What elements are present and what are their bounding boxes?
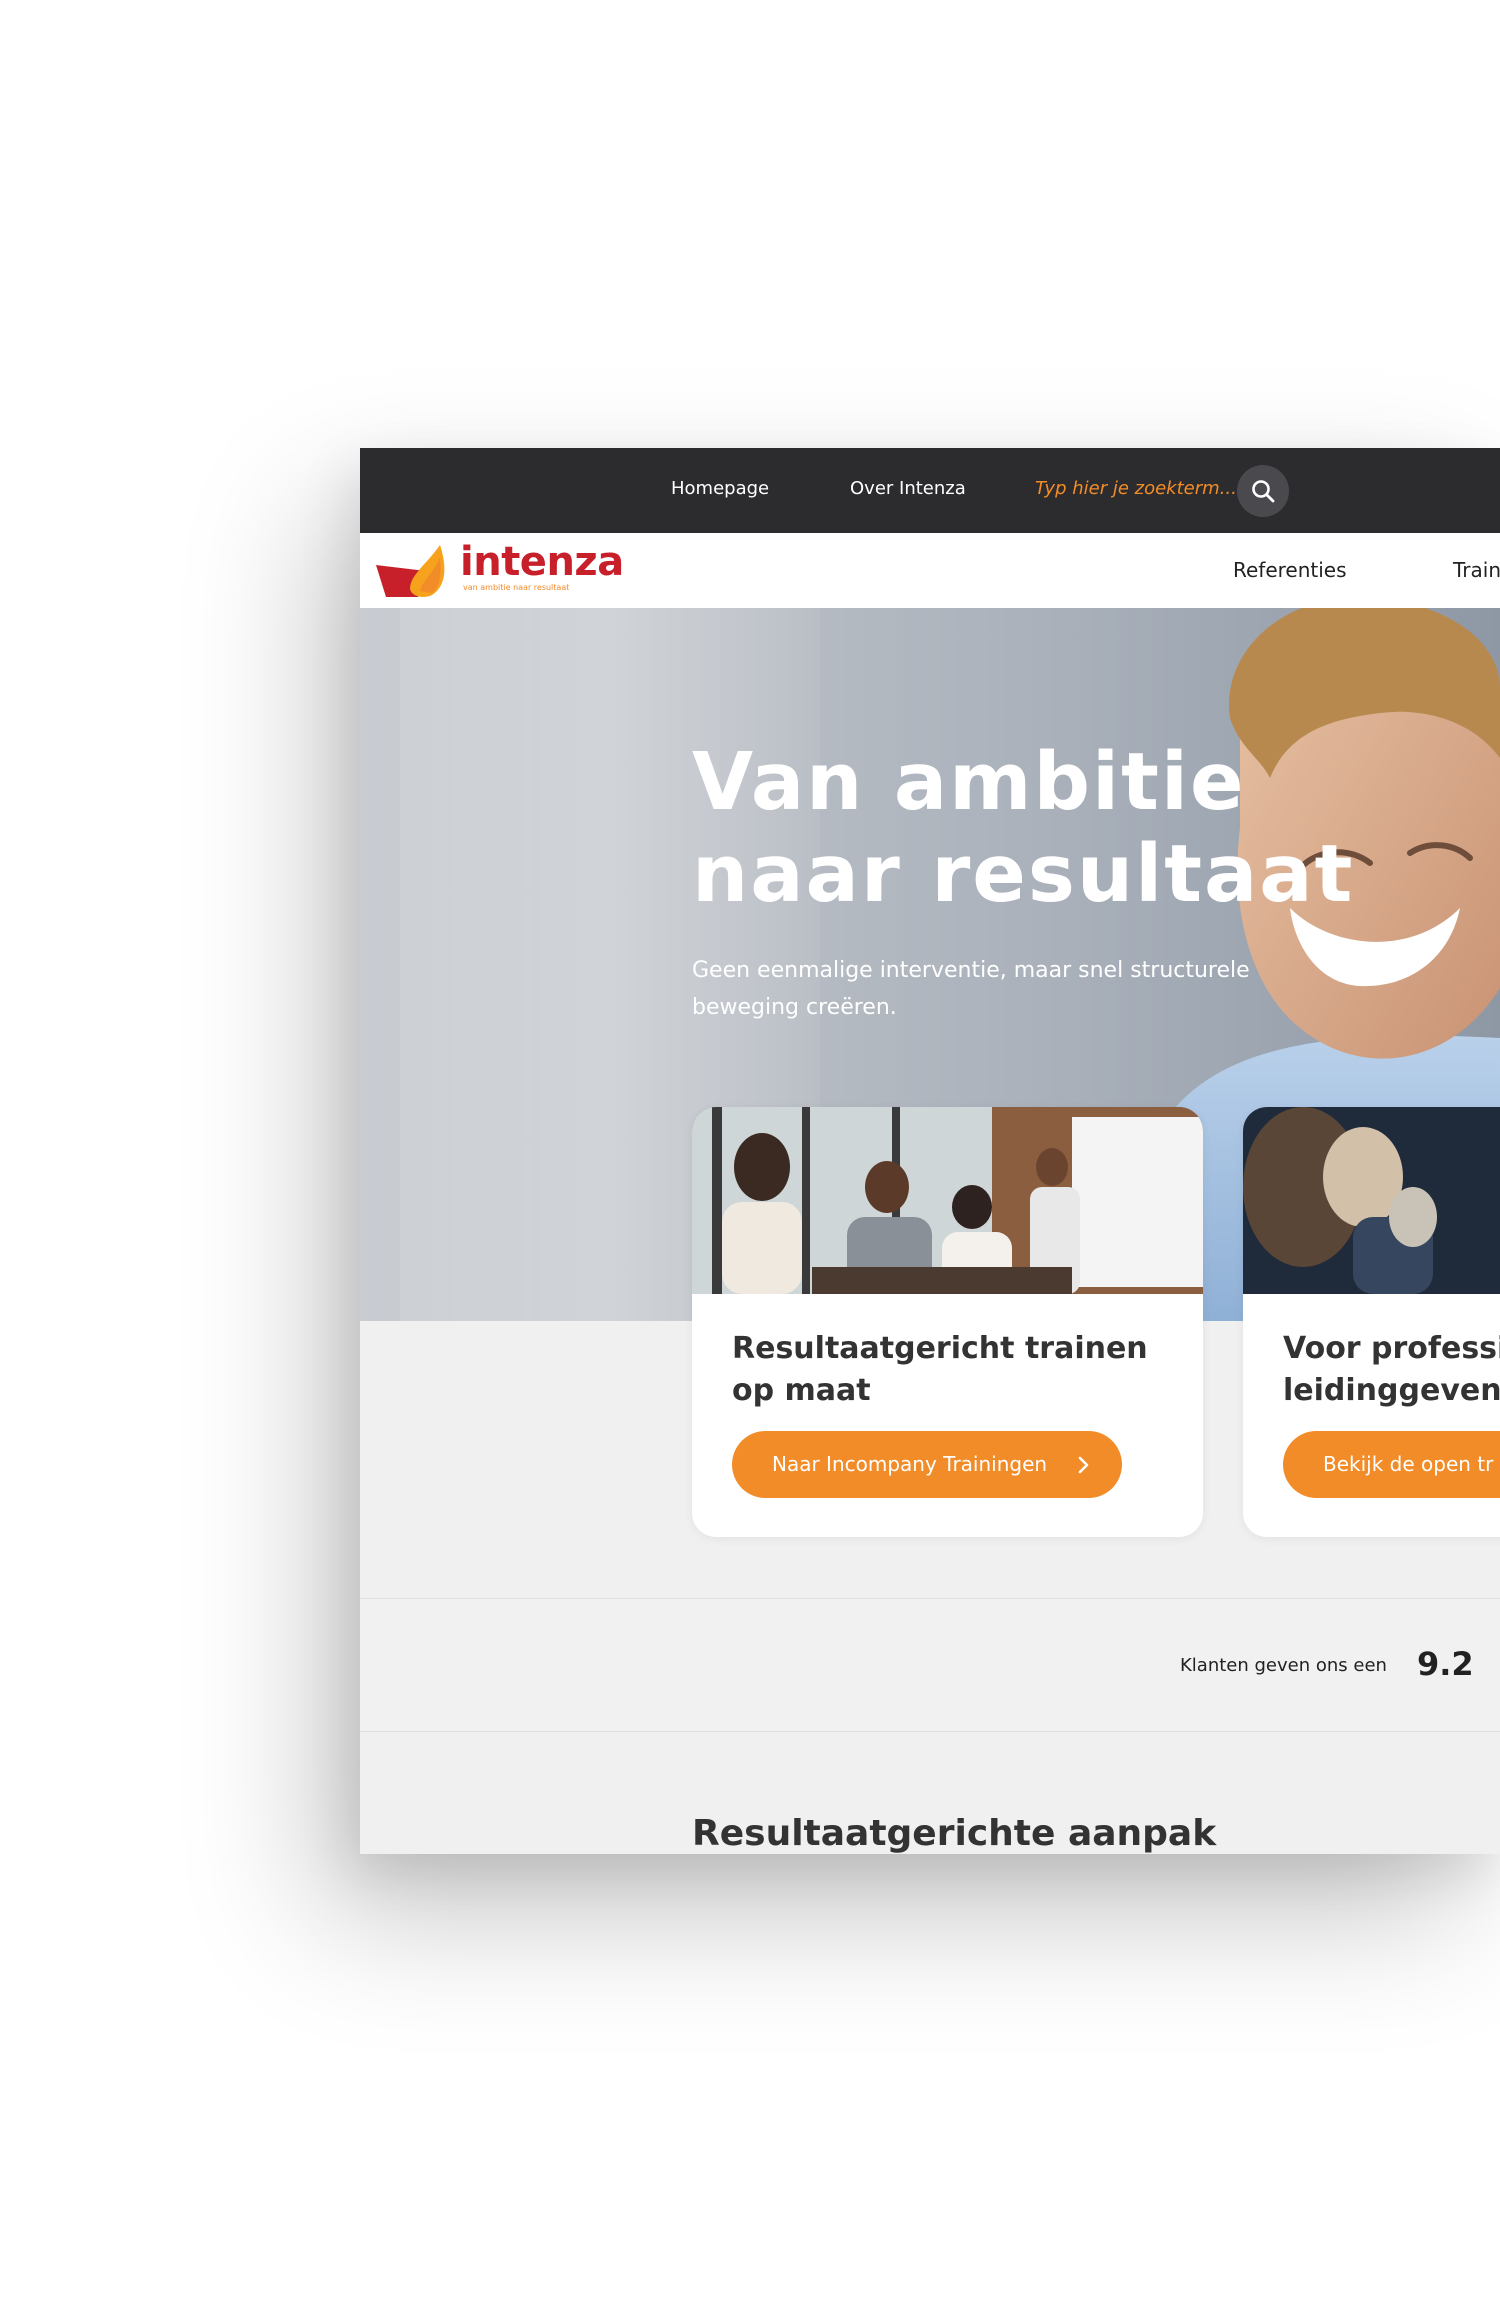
card-incompany-training: Resultaatgericht trainen op maat Naar In… [692,1107,1203,1537]
card-title: Resultaatgericht trainen op maat [732,1331,1148,1408]
card-audience-photo [1243,1107,1500,1294]
main-header: intenza van ambitie naar resultaat Refer… [360,533,1500,608]
menu-trainingen-link[interactable]: Train [1453,558,1500,582]
card-meeting-photo [692,1107,1203,1294]
rating-strip: Klanten geven ons een 9.2 [360,1598,1500,1732]
menu-referenties-link[interactable]: Referenties [1233,558,1347,582]
nav-homepage-link[interactable]: Homepage [671,478,769,499]
open-trainingen-button[interactable]: Bekijk de open tr [1283,1431,1500,1498]
hero-title-line2: naar resultaat [692,828,1355,920]
top-nav-bar: Homepage Over Intenza Typ hier je zoekte… [360,448,1500,533]
logo-flame-icon[interactable] [374,539,454,599]
button-label: Bekijk de open tr [1323,1452,1494,1476]
hero-title: Van ambitie naar resultaat [692,736,1354,920]
nav-over-intenza-link[interactable]: Over Intenza [850,478,966,499]
chevron-right-icon [1078,1456,1089,1474]
search-button[interactable] [1237,465,1289,517]
hero-subtitle: Geen eenmalige interventie, maar snel st… [692,958,1250,1020]
rating-score: 9.2 [1417,1645,1474,1683]
button-label: Naar Incompany Trainingen [772,1452,1048,1476]
search-icon [1252,480,1275,503]
logo-text[interactable]: intenza [460,539,624,585]
hero-title-line1: Van ambitie [692,736,1246,828]
rating-label: Klanten geven ons een [1180,1655,1387,1676]
search-input[interactable]: Typ hier je zoekterm... [1035,478,1237,499]
browser-mockup: Homepage Over Intenza Typ hier je zoekte… [360,448,1500,1854]
incompany-trainingen-button[interactable]: Naar Incompany Trainingen [732,1431,1122,1498]
card-open-training: Voor professio leidinggevende Bekijk de … [1243,1107,1500,1537]
logo-tagline: van ambitie naar resultaat [463,583,570,592]
card-title: Voor professio leidinggevende [1283,1331,1500,1408]
section-title: Resultaatgerichte aanpak [692,1813,1217,1854]
